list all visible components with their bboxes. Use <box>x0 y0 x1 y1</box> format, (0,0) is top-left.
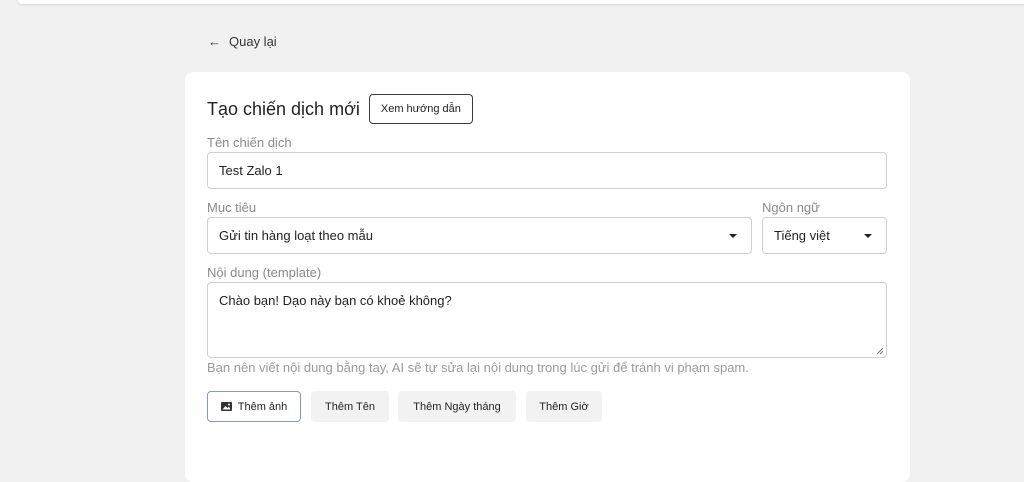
add-time-label: Thêm Giờ <box>539 400 589 413</box>
content-hint: Bạn nên viết nội dung bằng tay, AI sẽ tự… <box>207 360 749 375</box>
page-title: Tạo chiến dịch mới <box>207 98 360 119</box>
add-image-button[interactable]: Thêm ảnh <box>207 391 301 422</box>
caret-down-icon <box>729 233 737 238</box>
campaign-name-value: Test Zalo 1 <box>219 163 283 178</box>
back-label: Quay lại <box>229 33 277 49</box>
add-name-button[interactable]: Thêm Tên <box>311 391 389 422</box>
campaign-name-label: Tên chiến dịch <box>207 135 292 150</box>
content-label: Nội dung (template) <box>207 265 322 280</box>
image-icon <box>220 402 232 411</box>
campaign-form-card: Tạo chiến dịch mới Xem hướng dẫn Tên chi… <box>185 72 910 482</box>
goal-label: Mục tiêu <box>207 200 257 215</box>
goal-select[interactable]: Gửi tin hàng loạt theo mẫu <box>207 217 752 254</box>
content-textarea[interactable]: Chào bạn! Dạo này bạn có khoẻ không? <box>207 282 887 358</box>
add-date-label: Thêm Ngày tháng <box>413 400 501 413</box>
language-select[interactable]: Tiếng việt <box>762 217 887 254</box>
goal-value: Gửi tin hàng loạt theo mẫu <box>219 228 373 243</box>
view-guide-button[interactable]: Xem hướng dẫn <box>368 94 473 124</box>
campaign-name-input[interactable]: Test Zalo 1 <box>207 152 887 189</box>
add-image-label: Thêm ảnh <box>237 400 288 413</box>
top-bar <box>18 0 1024 4</box>
resize-handle-icon[interactable] <box>876 347 883 354</box>
title-row: Tạo chiến dịch mới Xem hướng dẫn <box>207 94 473 124</box>
back-link[interactable]: ← Quay lại <box>208 32 277 50</box>
arrow-left-icon: ← <box>208 33 221 49</box>
add-date-button[interactable]: Thêm Ngày tháng <box>398 391 516 422</box>
language-label: Ngôn ngữ <box>762 200 820 215</box>
add-name-label: Thêm Tên <box>325 400 375 413</box>
caret-down-icon <box>864 233 872 238</box>
language-value: Tiếng việt <box>774 228 830 243</box>
add-time-button[interactable]: Thêm Giờ <box>526 391 602 422</box>
content-value: Chào bạn! Dạo này bạn có khoẻ không? <box>219 293 452 308</box>
